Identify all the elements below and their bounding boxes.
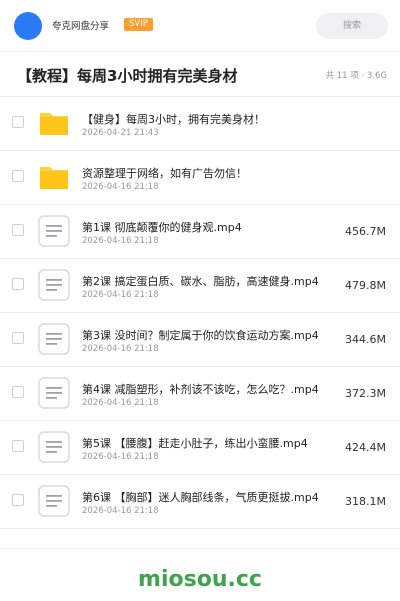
folder-icon (38, 107, 70, 139)
folder-icon (38, 161, 70, 193)
row-checkbox[interactable] (12, 278, 24, 290)
video-file-icon (38, 269, 70, 301)
row-checkbox[interactable] (12, 332, 24, 344)
row-checkbox[interactable] (12, 116, 24, 128)
file-date: 2026-04-16 21:18 (82, 506, 159, 516)
video-file-icon (38, 215, 70, 247)
folder-title-bar: 【教程】每周3小时拥有完美身材 共 11 项 · 3.6G (0, 52, 400, 97)
video-file-icon (38, 485, 70, 517)
video-file-icon (38, 377, 70, 409)
file-size: 372.3M (345, 387, 386, 400)
avatar[interactable] (14, 12, 42, 40)
app-name: 夸克网盘分享 (52, 21, 110, 32)
file-row[interactable]: 第6课 【胸部】迷人胸部线条，气质更挺拔.mp4 2026-04-16 21:18… (0, 475, 400, 529)
file-name[interactable]: 第5课 【腰腹】赶走小肚子，练出小蛮腰.mp4 (82, 435, 308, 451)
page-title: 【教程】每周3小时拥有完美身材 (17, 67, 238, 85)
svip-badge[interactable]: SVIP (124, 18, 153, 31)
file-row[interactable]: 第4课 减脂塑形，补剂该不该吃，怎么吃？.mp4 2026-04-16 21:18… (0, 367, 400, 421)
file-name[interactable]: 资源整理于网络，如有广告勿信！ (82, 165, 247, 181)
file-date: 2026-04-16 21:18 (82, 290, 159, 300)
file-name[interactable]: 【健身】每周3小时，拥有完美身材！ (82, 111, 265, 127)
row-checkbox[interactable] (12, 440, 24, 452)
file-size: 456.7M (345, 225, 386, 238)
file-list: 【健身】每周3小时，拥有完美身材！ 2026-04-21 21:43 资源整理于网络… (0, 97, 400, 529)
row-checkbox[interactable] (12, 224, 24, 236)
file-name[interactable]: 第1课 彻底颠覆你的健身观.mp4 (82, 219, 242, 235)
video-file-icon (38, 323, 70, 355)
file-row[interactable]: 第2课 搞定蛋白质、碳水、脂肪，高速健身.mp4 2026-04-16 21:18… (0, 259, 400, 313)
folder-meta: 共 11 项 · 3.6G (325, 71, 387, 81)
app-header: 夸克网盘分享 SVIP 搜索 (0, 0, 400, 52)
file-name[interactable]: 第6课 【胸部】迷人胸部线条，气质更挺拔.mp4 (82, 489, 319, 505)
file-size: 344.6M (345, 333, 386, 346)
file-name[interactable]: 第2课 搞定蛋白质、碳水、脂肪，高速健身.mp4 (82, 273, 319, 289)
file-name[interactable]: 第3课 没时间？制定属于你的饮食运动方案.mp4 (82, 327, 319, 343)
file-date: 2026-04-16 21:18 (82, 344, 159, 354)
row-checkbox[interactable] (12, 170, 24, 182)
video-file-icon (38, 431, 70, 463)
row-checkbox[interactable] (12, 494, 24, 506)
search-input[interactable]: 搜索 (316, 13, 388, 39)
watermark-text: miosou.cc (138, 567, 262, 592)
file-date: 2026-04-16 21:18 (82, 398, 159, 408)
footer: miosou.cc (0, 548, 400, 601)
file-row[interactable]: 第3课 没时间？制定属于你的饮食运动方案.mp4 2026-04-16 21:18… (0, 313, 400, 367)
file-date: 2026-04-16 21:18 (82, 452, 159, 462)
file-size: 424.4M (345, 441, 386, 454)
file-size: 479.8M (345, 279, 386, 292)
file-row[interactable]: 资源整理于网络，如有广告勿信！ 2026-04-16 21:18 (0, 151, 400, 205)
file-name[interactable]: 第4课 减脂塑形，补剂该不该吃，怎么吃？.mp4 (82, 381, 319, 397)
file-row[interactable]: 第1课 彻底颠覆你的健身观.mp4 2026-04-16 21:18 456.7M (0, 205, 400, 259)
file-date: 2026-04-16 21:18 (82, 182, 159, 192)
row-checkbox[interactable] (12, 386, 24, 398)
file-size: 318.1M (345, 495, 386, 508)
file-row[interactable]: 【健身】每周3小时，拥有完美身材！ 2026-04-21 21:43 (0, 97, 400, 151)
file-date: 2026-04-16 21:18 (82, 236, 159, 246)
file-date: 2026-04-21 21:43 (82, 128, 159, 138)
file-row[interactable]: 第5课 【腰腹】赶走小肚子，练出小蛮腰.mp4 2026-04-16 21:18 4… (0, 421, 400, 475)
